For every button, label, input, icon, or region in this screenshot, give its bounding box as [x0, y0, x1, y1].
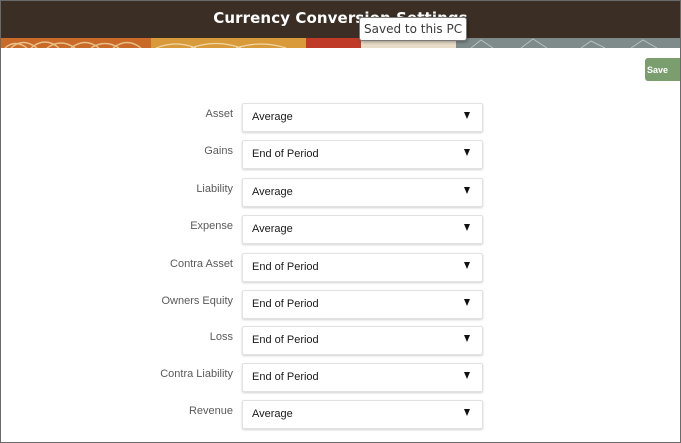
header-banner: Currency Conversion Settings: [1, 1, 680, 48]
caret-down-icon: [464, 187, 470, 194]
field-label: Owners Equity: [161, 295, 233, 307]
loss-select[interactable]: End of Period: [242, 326, 483, 355]
save-button[interactable]: Save: [645, 58, 680, 81]
select-value: Average: [252, 111, 293, 123]
field-label: Revenue: [188, 405, 233, 417]
form-row-contra-asset: Contra Asset End of Period: [1, 253, 491, 282]
app-window: Currency Conversion Settings Saved to th…: [0, 0, 681, 443]
field-label: Gains: [204, 145, 233, 157]
owners-equity-select[interactable]: End of Period: [242, 290, 483, 319]
select-value: Average: [252, 223, 293, 235]
select-value: End of Period: [252, 298, 319, 310]
select-value: Average: [252, 186, 293, 198]
expense-select[interactable]: Average: [242, 215, 483, 244]
caret-down-icon: [464, 149, 470, 156]
field-label: Contra Asset: [170, 258, 233, 270]
select-value: End of Period: [252, 371, 319, 383]
form-row-gains: Gains End of Period: [1, 140, 491, 169]
select-value: Average: [252, 408, 293, 420]
field-label: Loss: [209, 331, 233, 343]
caret-down-icon: [464, 372, 470, 379]
caret-down-icon: [464, 112, 470, 119]
caret-down-icon: [464, 299, 470, 306]
saved-tooltip: Saved to this PC: [359, 17, 468, 41]
field-label: Liability: [196, 183, 233, 195]
caret-down-icon: [464, 409, 470, 416]
liability-select[interactable]: Average: [242, 178, 483, 207]
select-value: End of Period: [252, 334, 319, 346]
select-value: End of Period: [252, 261, 319, 273]
page-title: Currency Conversion Settings: [213, 9, 468, 27]
select-value: End of Period: [252, 148, 319, 160]
caret-down-icon: [464, 335, 470, 342]
revenue-select[interactable]: Average: [242, 400, 483, 429]
asset-select[interactable]: Average: [242, 103, 483, 132]
gains-select[interactable]: End of Period: [242, 140, 483, 169]
contra-asset-select[interactable]: End of Period: [242, 253, 483, 282]
form-row-asset: Asset Average: [1, 103, 491, 132]
form-row-loss: Loss End of Period: [1, 326, 491, 355]
form-row-revenue: Revenue Average: [1, 400, 491, 429]
contra-liability-select[interactable]: End of Period: [242, 363, 483, 392]
field-label: Contra Liability: [160, 368, 233, 380]
caret-down-icon: [464, 224, 470, 231]
field-label: Expense: [190, 220, 233, 232]
form-row-expense: Expense Average: [1, 215, 491, 244]
caret-down-icon: [464, 262, 470, 269]
form-row-liability: Liability Average: [1, 178, 491, 207]
field-label: Asset: [205, 108, 233, 120]
form-row-contra-liability: Contra Liability End of Period: [1, 363, 491, 392]
form-row-owners-equity: Owners Equity End of Period: [1, 290, 491, 319]
